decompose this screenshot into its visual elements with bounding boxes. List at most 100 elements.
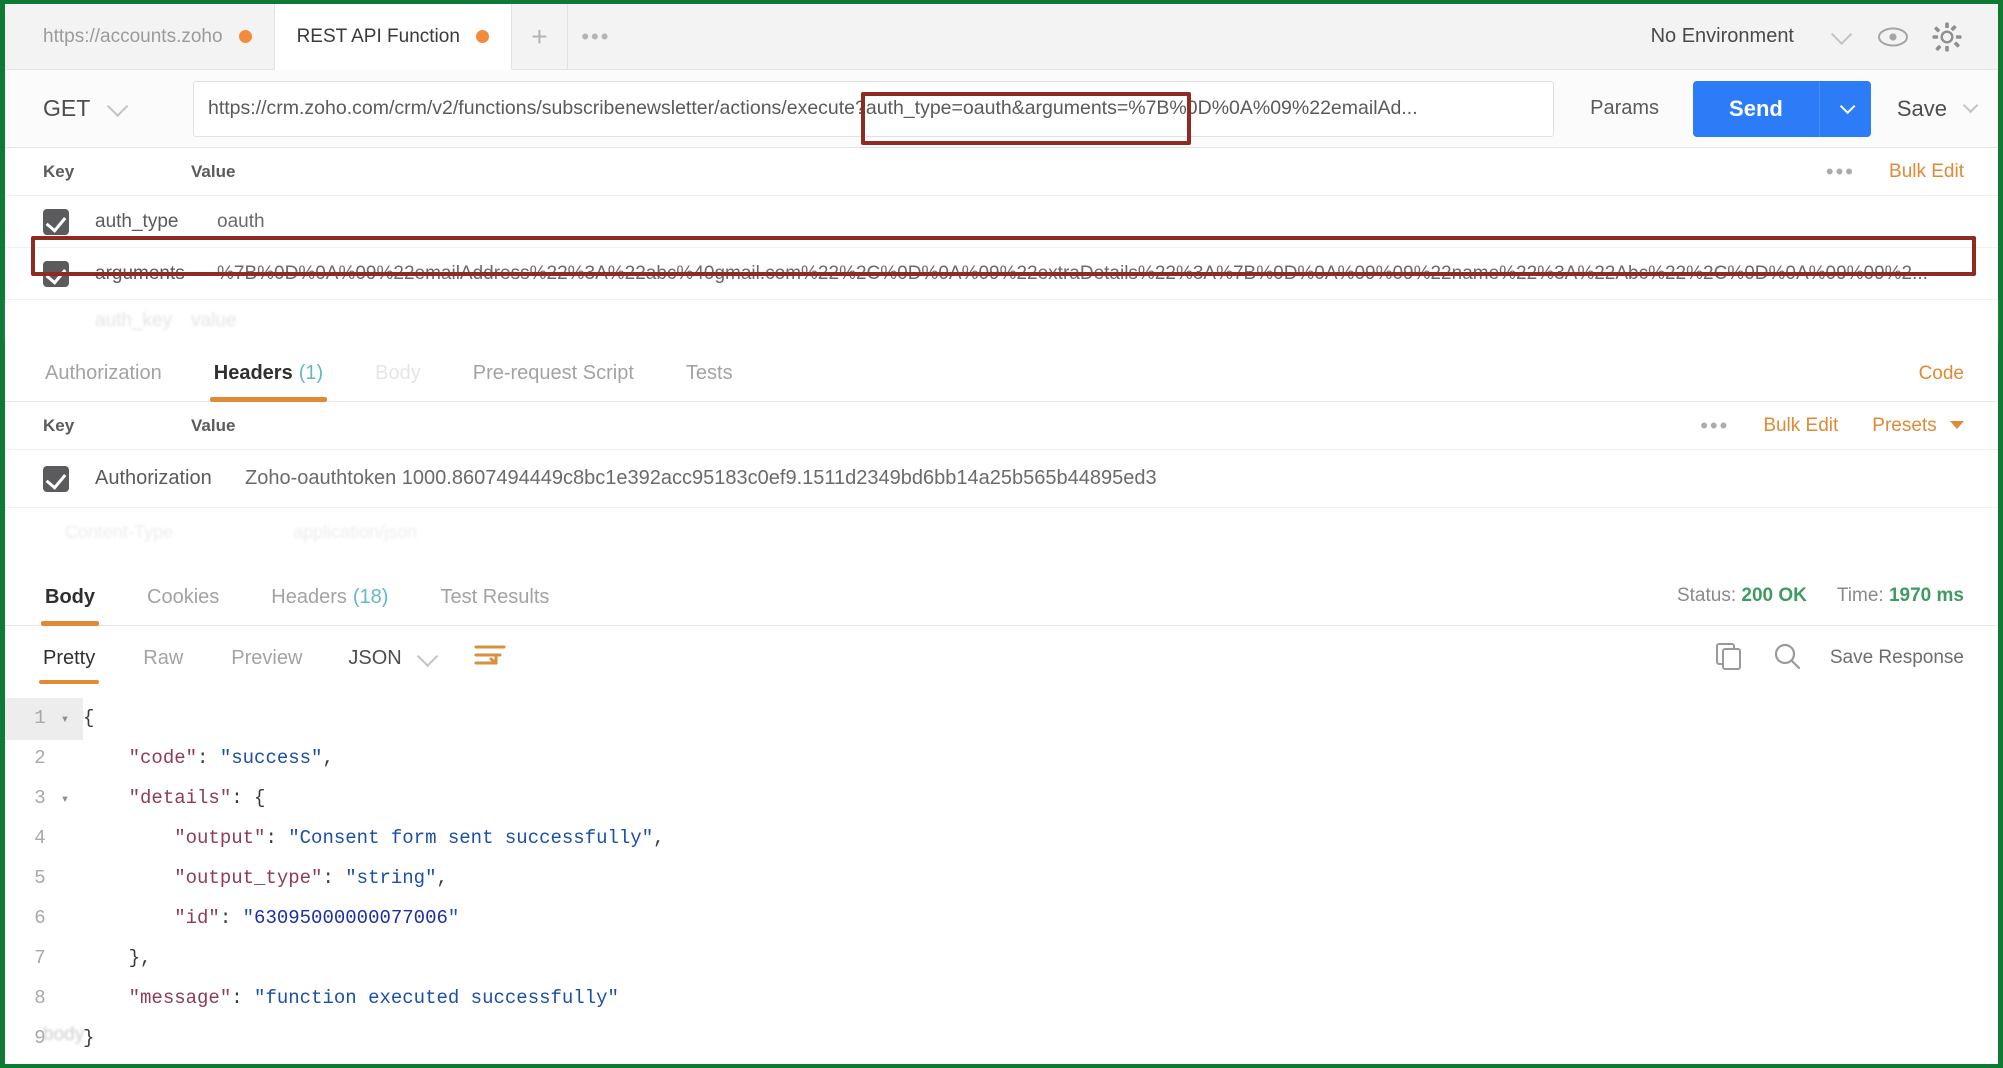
request-tab-accounts-zoho[interactable]: https://accounts.zoho (5, 4, 275, 69)
tab-label: Authorization (45, 362, 162, 384)
table-row[interactable]: arguments %7B%0D%0A%09%22emailAddress%22… (5, 248, 1998, 300)
url-bar: GET https://crm.zoho.com/crm/v2/function… (5, 70, 1998, 148)
request-tab-label: https://accounts.zoho (43, 25, 223, 47)
param-value[interactable]: %7B%0D%0A%09%22emailAddress%22%3A%22abc%… (217, 263, 1998, 285)
table-row[interactable]: Authorization Zoho-oauthtoken 1000.86074… (5, 450, 1998, 508)
save-options-button[interactable] (1962, 97, 1979, 118)
view-label: Raw (143, 646, 184, 669)
ellipsis-icon[interactable]: ••• (568, 4, 624, 69)
postman-app: https://accounts.zoho REST API Function … (5, 4, 1998, 1064)
header-value-placeholder: application/json (293, 522, 418, 542)
tab-label: Test Results (440, 586, 550, 608)
params-bulk-edit-link[interactable]: Bulk Edit (1889, 161, 1964, 183)
headers-col-value: Value (191, 415, 236, 435)
tab-test-results[interactable]: Test Results (414, 586, 575, 625)
headers-next-empty-row[interactable]: Content-Type application/json (5, 508, 1998, 564)
save-button-group: Save (1897, 96, 1979, 122)
environment-selector[interactable]: No Environment (1633, 25, 1812, 48)
time-value: 1970 ms (1888, 585, 1964, 606)
tab-label: Tests (685, 362, 733, 384)
url-input[interactable]: https://crm.zoho.com/crm/v2/functions/su… (193, 80, 1555, 137)
eye-icon[interactable] (1866, 10, 1920, 64)
line-number: 8 (34, 987, 57, 1009)
send-button[interactable]: Send (1693, 81, 1819, 137)
copy-icon[interactable] (1714, 641, 1744, 676)
code-line: 7 }, (5, 938, 1998, 978)
param-key[interactable]: arguments (69, 263, 217, 285)
view-preview-button[interactable]: Preview (207, 647, 326, 670)
code-text: "message": "function executed successful… (128, 987, 619, 1009)
tab-label: Headers (271, 586, 347, 608)
line-number: 1 ▾ (5, 698, 83, 740)
response-section-tabs: Body Cookies Headers (18) Test Results St… (5, 564, 1998, 626)
format-label: JSON (348, 646, 402, 669)
header-key-placeholder: Content-Type (65, 522, 174, 542)
header-key[interactable]: Authorization (69, 467, 245, 490)
time-label: Time: (1836, 585, 1884, 606)
tab-headers[interactable]: Headers (1) (188, 362, 349, 402)
response-format-selector[interactable]: JSON (326, 645, 454, 670)
screenshot-frame: https://accounts.zoho REST API Function … (0, 0, 2003, 1068)
line-number: 3 ▾ (5, 778, 83, 820)
code-link[interactable]: Code (1919, 363, 1964, 384)
code-text: "output": "Consent form sent successfull… (174, 827, 665, 849)
params-col-value: Value (191, 161, 236, 181)
response-body-code[interactable]: 1 ▾{2 "code": "success", 3 ▾ "details": {… (5, 690, 1998, 1058)
gear-icon[interactable] (1920, 10, 1974, 64)
code-text: "output_type": "string", (174, 867, 448, 889)
status-label: Status: (1676, 585, 1737, 606)
view-pretty-button[interactable]: Pretty (19, 647, 119, 684)
params-button[interactable]: Params (1564, 97, 1685, 120)
chevron-down-icon (1950, 420, 1964, 429)
save-response-button[interactable]: Save Response (1830, 647, 1964, 669)
active-indicator (39, 679, 100, 684)
response-body-toolbar: Pretty Raw Preview JSON Save Response (5, 626, 1998, 690)
tab-tests[interactable]: Tests (660, 362, 759, 401)
request-tab-rest-api-function[interactable]: REST API Function (274, 4, 512, 70)
unsaved-dot-icon (475, 30, 489, 43)
row-checkbox[interactable] (43, 465, 69, 492)
tab-response-body[interactable]: Body (19, 586, 121, 626)
line-number: 7 (34, 947, 57, 969)
tab-authorization[interactable]: Authorization (19, 362, 188, 401)
code-line: 5 "output_type": "string", (5, 858, 1998, 898)
save-button[interactable]: Save (1897, 96, 1947, 122)
tab-body[interactable]: Body (349, 362, 447, 401)
fold-toggle-icon[interactable]: ▾ (57, 700, 73, 740)
ellipsis-icon[interactable]: ••• (1826, 159, 1855, 185)
headers-presets-link[interactable]: Presets (1872, 415, 1964, 437)
param-value[interactable]: oauth (217, 211, 1998, 233)
param-key[interactable]: auth_type (69, 211, 217, 233)
tab-count: (18) (352, 586, 389, 608)
header-value[interactable]: Zoho-oauthtoken 1000.8607494449c8bc1e392… (245, 467, 1998, 490)
word-wrap-icon[interactable] (455, 643, 525, 674)
send-options-button[interactable] (1818, 80, 1871, 137)
code-text: "id": "63095000000077006" (174, 907, 460, 929)
row-checkbox[interactable] (43, 208, 69, 235)
request-tab-bar: https://accounts.zoho REST API Function … (5, 4, 1998, 70)
request-tab-label: REST API Function (296, 25, 460, 47)
ellipsis-icon[interactable]: ••• (1700, 413, 1729, 439)
headers-col-key: Key (43, 415, 75, 435)
http-method-selector[interactable]: GET (43, 95, 193, 122)
tab-label: Body (45, 586, 95, 608)
chevron-down-icon[interactable] (1812, 10, 1866, 64)
tab-pre-request-script[interactable]: Pre-request Script (447, 362, 660, 401)
table-row[interactable]: auth_type oauth (5, 196, 1998, 248)
plus-icon[interactable]: + (512, 4, 568, 69)
search-icon[interactable] (1772, 641, 1802, 676)
view-raw-button[interactable]: Raw (119, 647, 207, 670)
tab-label: Pre-request Script (472, 362, 634, 384)
tab-response-headers[interactable]: Headers (18) (245, 586, 414, 625)
tab-response-cookies[interactable]: Cookies (121, 586, 245, 625)
row-checkbox[interactable] (43, 260, 69, 287)
line-number: 2 (34, 747, 57, 769)
response-meta: Status: 200 OK Time: 1970 ms (1677, 585, 1998, 625)
headers-table-header: Key Value ••• Bulk Edit Presets (5, 402, 1998, 450)
chevron-down-icon (416, 645, 438, 667)
presets-label: Presets (1872, 414, 1937, 436)
params-next-empty-row[interactable]: auth_key value (5, 300, 1998, 342)
headers-bulk-edit-link[interactable]: Bulk Edit (1763, 415, 1838, 437)
tab-count: (1) (298, 362, 324, 384)
fold-toggle-icon[interactable]: ▾ (57, 780, 73, 820)
